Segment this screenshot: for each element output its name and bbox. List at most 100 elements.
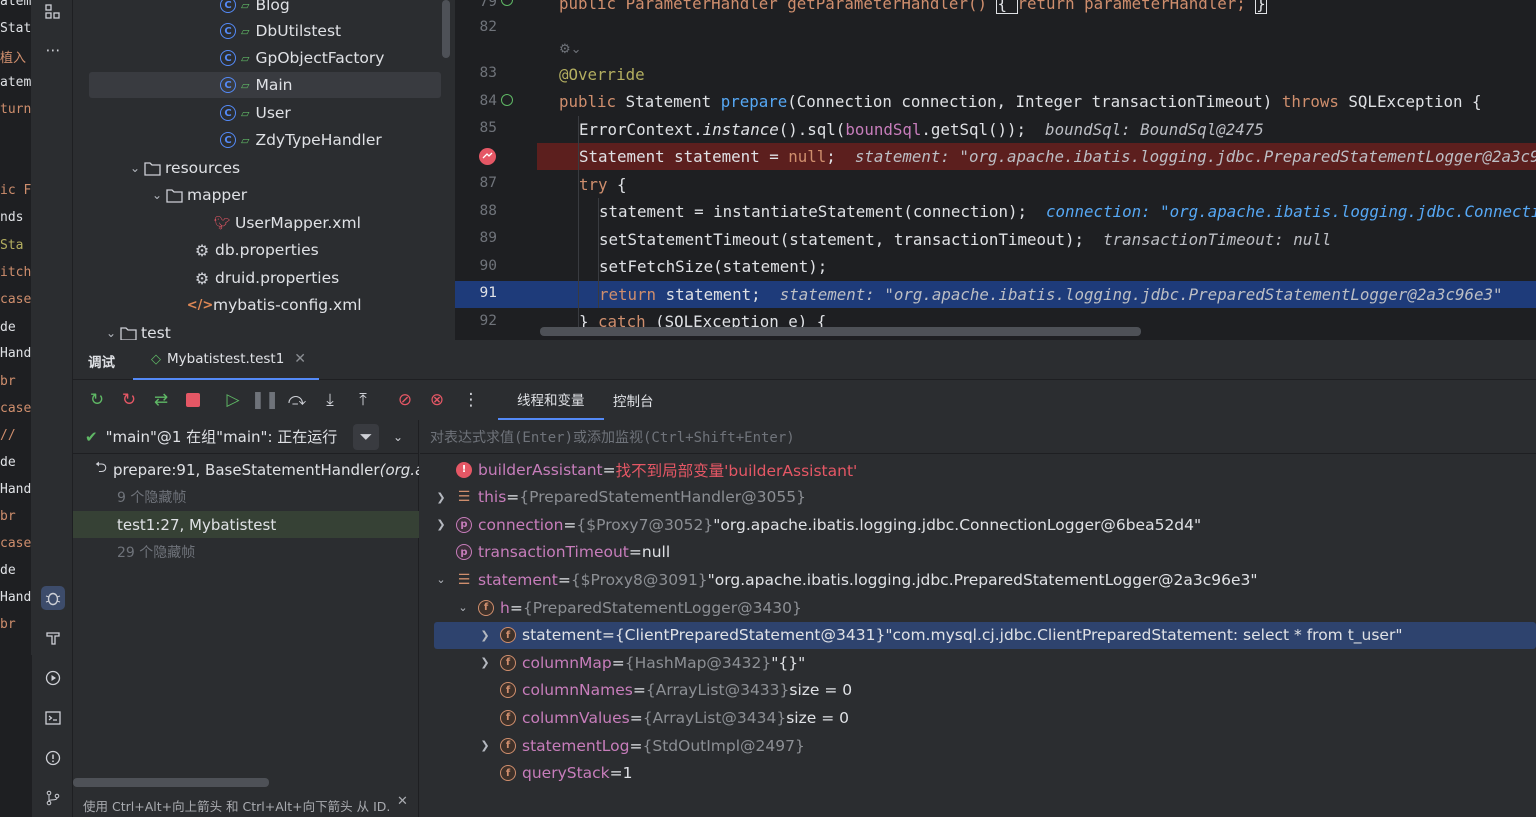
step-out-icon[interactable]: ⤒ xyxy=(351,388,375,412)
tree-item[interactable]: C ▱ GpObjectFactory xyxy=(73,45,441,71)
variable-row[interactable]: f queryStack = 1 xyxy=(420,760,1536,787)
restart-icon[interactable]: ⇄ xyxy=(149,388,173,412)
chevron-down-icon[interactable]: ⌄ xyxy=(149,188,165,202)
close-hint-icon[interactable]: ✕ xyxy=(397,794,408,809)
view-breakpoints-icon[interactable]: ⊘ xyxy=(393,388,417,412)
variable-row[interactable]: ❯ f columnMap = {HashMap@3432} "{}" xyxy=(420,649,1536,676)
rerun-failed-icon[interactable]: ↻ xyxy=(117,388,141,412)
editor-horizontal-scrollbar[interactable] xyxy=(540,327,1141,336)
tree-item[interactable]: C ▱ User xyxy=(73,100,441,126)
frames-scrollbar[interactable] xyxy=(73,778,269,787)
variable-row[interactable]: ⌄ ☰ statement = {$Proxy8@3091} "org.apache… xyxy=(420,566,1536,593)
hidden-frames[interactable]: 9 个隐藏帧 xyxy=(73,483,419,510)
tree-item[interactable]: ⌄ resources xyxy=(73,155,441,181)
variable-row[interactable]: ❯ ☰ this = {PreparedStatementHandler@3055} xyxy=(420,484,1536,511)
mute-breakpoints-icon[interactable]: ⊗ xyxy=(425,388,449,412)
build-icon[interactable] xyxy=(41,626,65,650)
tree-item[interactable]: C ▱ Blog xyxy=(73,0,441,18)
inlay-folding-icon[interactable]: ⚙⌄ xyxy=(559,42,582,57)
tab-console[interactable]: 控制台 xyxy=(613,380,654,420)
chevron-right-icon[interactable]: ❯ xyxy=(434,491,448,504)
variable-name: statement xyxy=(522,626,602,645)
resume-icon[interactable]: ▷ xyxy=(221,388,245,412)
chevron-down-icon[interactable]: ⌄ xyxy=(393,430,403,444)
variable-row[interactable]: ! builderAssistant = 找不到局部变量'builderAssis… xyxy=(420,456,1536,483)
tree-item[interactable]: 🐦︎ UserMapper.xml xyxy=(73,210,441,236)
variable-row[interactable]: p transactionTimeout = null xyxy=(420,539,1536,566)
run-icon[interactable] xyxy=(41,666,65,690)
tree-scrollbar[interactable] xyxy=(442,0,450,58)
implements-icon[interactable] xyxy=(501,94,513,106)
variable-tree[interactable]: ! builderAssistant = 找不到局部变量'builderAssis… xyxy=(420,456,1536,786)
tree-item-label: Main xyxy=(255,76,293,94)
structure-icon[interactable] xyxy=(41,0,65,24)
problems-icon[interactable] xyxy=(41,746,65,770)
chevron-down-icon[interactable]: ⌄ xyxy=(127,161,143,175)
tab-session[interactable]: ◇ Mybatistest.test1 ✕ xyxy=(133,340,319,380)
editor-gutter[interactable]: 79 82 83 84 85 87 88 89 90 91 92 xyxy=(455,0,537,340)
lock-icon: ▱ xyxy=(241,51,250,65)
terminal-icon[interactable] xyxy=(41,706,65,730)
project-tree[interactable]: C ▱ Blog C ▱ DbUtilstest C ▱ GpObjectFactory C ▱ Ma… xyxy=(73,0,455,340)
chevron-down-icon[interactable]: ⌄ xyxy=(456,601,470,614)
chevron-right-icon[interactable]: ❯ xyxy=(434,518,448,531)
variable-name: transactionTimeout xyxy=(478,543,629,562)
code-line-84: public Statement prepare (Connection conn… xyxy=(559,92,1482,111)
chevron-right-icon[interactable]: ❯ xyxy=(478,629,492,642)
chevron-right-icon[interactable]: ❯ xyxy=(478,739,492,752)
chevron-right-icon[interactable]: ❯ xyxy=(478,656,492,669)
variable-row[interactable]: ❯ f statementLog = {StdOutImpl@2497} xyxy=(420,732,1536,759)
chevron-down-icon[interactable]: ⌄ xyxy=(434,573,448,586)
breakpoint-icon[interactable] xyxy=(479,148,496,165)
tree-item[interactable]: C ▱ Main xyxy=(89,72,441,98)
debug-icon[interactable] xyxy=(41,586,65,610)
variable-row[interactable]: f columnNames = {ArrayList@3433} size = 0 xyxy=(420,677,1536,704)
tree-item[interactable]: ⚙ db.properties xyxy=(73,237,441,263)
folder-icon xyxy=(165,186,183,204)
implements-icon[interactable] xyxy=(501,0,513,6)
debug-tabs: 调试 ◇ Mybatistest.test1 ✕ xyxy=(73,340,1536,380)
close-icon[interactable]: ✕ xyxy=(294,351,306,367)
stack-frame[interactable]: ⮌prepare:91, BaseStatementHandler (org.a xyxy=(73,456,419,483)
rerun-icon[interactable]: ↻ xyxy=(85,388,109,412)
variable-row[interactable]: ⌄ f h = {PreparedStatementLogger@3430} xyxy=(420,594,1536,621)
error-icon: ! xyxy=(456,461,472,478)
tree-item-label: Blog xyxy=(255,0,290,14)
variable-row[interactable]: ❯ p connection = {$Proxy7@3052} "org.apach… xyxy=(420,511,1536,538)
pause-icon[interactable]: ❚❚ xyxy=(251,388,280,412)
xml-icon: </> xyxy=(186,297,214,313)
hidden-frames[interactable]: 29 个隐藏帧 xyxy=(73,538,419,565)
evaluate-input[interactable]: 对表达式求值(Enter)或添加监视(Ctrl+Shift+Enter) xyxy=(420,420,1536,454)
step-into-icon[interactable]: ⤓ xyxy=(318,388,342,412)
variable-row[interactable]: f columnValues = {ArrayList@3434} size = … xyxy=(420,704,1536,731)
filter-icon[interactable]: ⏷ xyxy=(353,423,379,450)
tab-threads-variables[interactable]: 线程和变量 xyxy=(498,380,604,420)
code-editor[interactable]: public ParameterHandler getParameterHand… xyxy=(537,0,1536,340)
variable-type: {ArrayList@3434} xyxy=(642,708,787,727)
tree-item[interactable]: ⌄ mapper xyxy=(73,182,441,208)
field-icon: f xyxy=(500,682,516,699)
chevron-down-icon[interactable]: ⌄ xyxy=(103,326,119,340)
tree-item[interactable]: </> mybatis-config.xml xyxy=(73,292,441,318)
gear-icon: ⚙ xyxy=(194,268,210,288)
tree-item[interactable]: ⌄ test xyxy=(73,320,441,340)
more-icon[interactable]: ⋮ xyxy=(459,388,483,412)
variable-row[interactable]: ❯ f statement = {ClientPreparedStatement@3… xyxy=(434,621,1536,649)
lock-icon: ▱ xyxy=(241,106,250,120)
line-number: 85 xyxy=(479,120,497,136)
more-icon[interactable]: ⋯ xyxy=(41,38,65,62)
git-icon[interactable] xyxy=(41,786,65,810)
class-icon: C xyxy=(219,22,237,40)
stop-icon[interactable] xyxy=(181,388,205,412)
strip-fragment: atem xyxy=(0,0,32,9)
thread-selector[interactable]: ✔ "main"@1 在组"main": 正在运行 ⏷ ⌄ xyxy=(73,420,419,454)
stack-frame[interactable]: test1:27, Mybatistest xyxy=(73,511,419,538)
tree-item[interactable]: C ▱ ZdyTypeHandler xyxy=(73,127,441,153)
field-icon: f xyxy=(500,709,516,726)
tree-item[interactable]: C ▱ DbUtilstest xyxy=(73,18,441,44)
field-icon: f xyxy=(500,737,516,754)
step-over-icon[interactable]: ⤼ xyxy=(285,388,309,412)
tree-item[interactable]: ⚙ druid.properties xyxy=(73,265,441,291)
frame-list[interactable]: ⮌prepare:91, BaseStatementHandler (org.a… xyxy=(73,456,419,586)
strip-fragment: nds xyxy=(0,210,24,225)
